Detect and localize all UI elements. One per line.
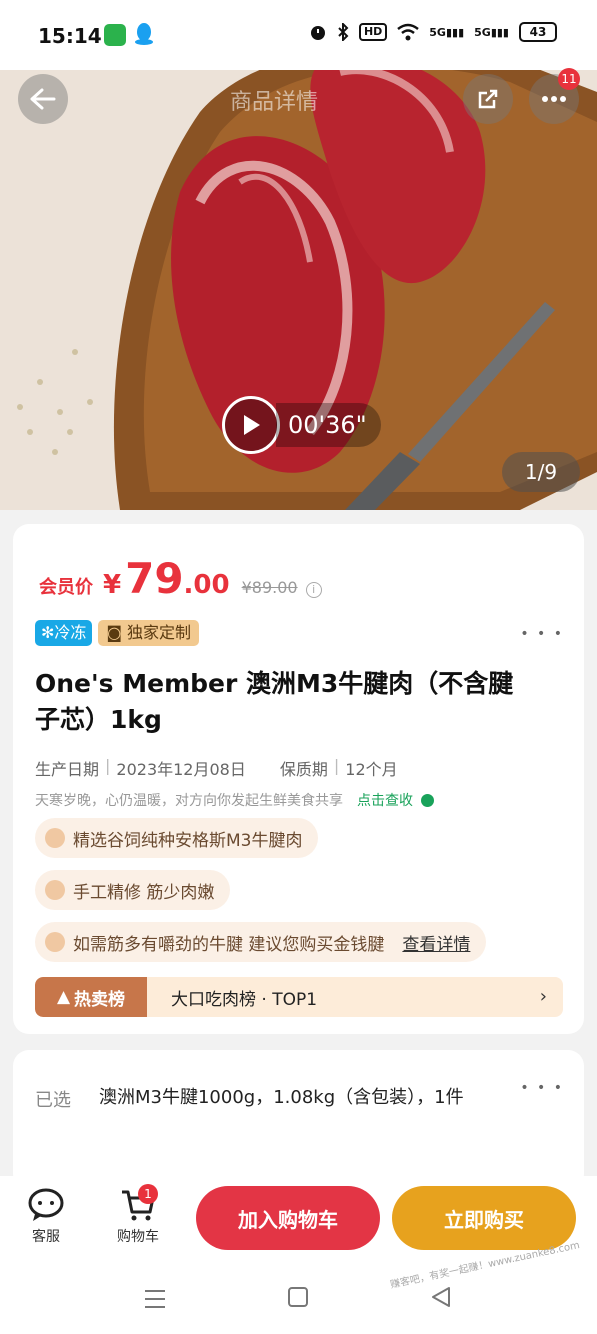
share-icon: [478, 89, 498, 109]
member-price-label: 会员价: [39, 577, 93, 598]
arrow-right-circle-icon[interactable]: [421, 793, 434, 807]
hot-ranking-text: 大口吃肉榜 · TOP1: [171, 989, 318, 1010]
net-label-2: 5G: [474, 25, 491, 39]
production-date-label: 生产日期: [35, 760, 100, 779]
play-icon: [222, 396, 280, 454]
shelf-life-label: 保质期: [279, 760, 328, 779]
image-page-indicator: 1/9: [502, 452, 580, 492]
frozen-tag-label: 冷冻: [54, 623, 87, 642]
page-title: 商品详情: [230, 90, 319, 115]
selection-more-icon[interactable]: • • •: [520, 1080, 564, 1096]
product-title: One's Member 澳洲M3牛腱肉（不含腱子芯）1kg: [35, 669, 514, 734]
signal-5g-icon: 5G▮▮▮: [429, 25, 465, 39]
more-dots-icon: [542, 96, 566, 102]
feature-icon: [45, 828, 65, 848]
qq-icon: [135, 23, 153, 45]
feature-icon: [45, 880, 65, 900]
product-info-card: 会员价 ¥ 79 .00 ¥89.00 i ✻冷冻 ◙ 独家定制 • • • O…: [13, 524, 584, 1034]
view-details-link[interactable]: 查看详情: [402, 930, 470, 955]
feature-pill: 精选谷饲纯种安格斯M3牛腱肉: [35, 818, 319, 858]
info-icon[interactable]: i: [305, 582, 322, 598]
arrow-left-icon: [30, 88, 56, 110]
customer-service-button[interactable]: 客服: [16, 1188, 76, 1246]
wifi-icon: [397, 23, 420, 41]
system-navigation-bar: [0, 1270, 597, 1334]
hot-ranking-label: 热卖榜: [74, 989, 126, 1010]
hot-ranking-label-box: ▲ 热卖榜: [35, 977, 147, 1017]
hot-ranking-bar[interactable]: ▲ 热卖榜 大口吃肉榜 · TOP1 ›: [35, 977, 563, 1017]
slogan-text: 天寒岁晚，心仍温暖，对方向你发起生鲜美食共享: [35, 793, 343, 809]
production-date: 2023年12月08日: [116, 760, 246, 779]
menu-icon[interactable]: [143, 1288, 167, 1310]
cart-label: 购物车: [117, 1229, 159, 1245]
product-meta: 生产日期 | 2023年12月08日 保质期 | 12个月: [35, 756, 398, 780]
snowflake-icon: ✻: [41, 623, 55, 642]
price-decimal: .00: [183, 570, 230, 600]
chevron-right-icon: ›: [539, 986, 547, 1007]
cart-badge: 1: [138, 1184, 158, 1204]
wechat-icon: [104, 24, 126, 46]
status-time: 15:14: [38, 24, 102, 48]
tag-more-icon[interactable]: • • •: [520, 626, 564, 642]
alarm-icon: [310, 26, 325, 40]
check-link[interactable]: 点击查收: [357, 790, 413, 810]
divider: |: [105, 756, 111, 775]
buy-now-button[interactable]: 立即购买: [392, 1186, 576, 1250]
divider: |: [333, 756, 340, 775]
feature-pill: 如需筋多有嚼劲的牛腱 建议您购买金钱腱 查看详情: [35, 922, 487, 962]
selection-card[interactable]: 已选 澳洲M3牛腱1000g，1.08kg（含包装），1件 • • •: [13, 1050, 584, 1190]
price-integer: 79: [125, 554, 184, 603]
exclusive-tag-label: 独家定制: [127, 623, 192, 642]
chat-icon: [28, 1188, 64, 1221]
signal-5g-icon-2: 5G▮▮▮: [474, 25, 509, 39]
tag-row: ✻冷冻 ◙ 独家定制: [35, 620, 200, 646]
status-icons: HD 5G▮▮▮ 5G▮▮▮ 43: [309, 22, 557, 42]
feature-pill: 手工精修 筋少肉嫩: [35, 870, 231, 910]
price-row: 会员价 ¥ 79 .00 ¥89.00 i: [39, 554, 322, 603]
message-badge: 11: [558, 68, 580, 90]
exclusive-tag: ◙ 独家定制: [98, 620, 200, 646]
feature-icon: [45, 932, 65, 952]
currency-symbol: ¥: [103, 570, 122, 600]
hd-icon: HD: [358, 23, 388, 41]
selected-value: 澳洲M3牛腱1000g，1.08kg（含包装），1件: [99, 1087, 464, 1108]
video-duration: 00'36": [276, 403, 381, 447]
status-bar: 15:14 HD 5G▮▮▮ 5G▮▮▮ 43: [0, 0, 597, 70]
shelf-life: 12个月: [345, 760, 398, 779]
back-triangle-icon[interactable]: [430, 1286, 452, 1308]
service-label: 客服: [32, 1229, 60, 1245]
flame-icon: ▲: [56, 987, 71, 1007]
share-button[interactable]: [463, 74, 513, 124]
net-label-1: 5G: [429, 25, 446, 39]
home-icon[interactable]: [287, 1286, 309, 1308]
brand-logo-icon: ◙: [106, 623, 128, 642]
bluetooth-icon: [338, 23, 349, 41]
add-to-cart-button[interactable]: 加入购物车: [196, 1186, 380, 1250]
back-button[interactable]: [18, 74, 68, 124]
feature-text: 如需筋多有嚼劲的牛腱 建议您购买金钱腱: [73, 934, 385, 955]
feature-text: 手工精修 筋少肉嫩: [73, 882, 215, 903]
selected-label: 已选: [35, 1090, 71, 1111]
original-price: ¥89.00: [241, 578, 298, 597]
share-slogan: 天寒岁晚，心仍温暖，对方向你发起生鲜美食共享 点击查收: [35, 790, 434, 810]
frozen-tag: ✻冷冻: [35, 620, 93, 646]
battery-icon: 43: [519, 22, 557, 42]
video-play-button[interactable]: 00'36": [222, 396, 381, 454]
feature-text: 精选谷饲纯种安格斯M3牛腱肉: [73, 830, 303, 851]
